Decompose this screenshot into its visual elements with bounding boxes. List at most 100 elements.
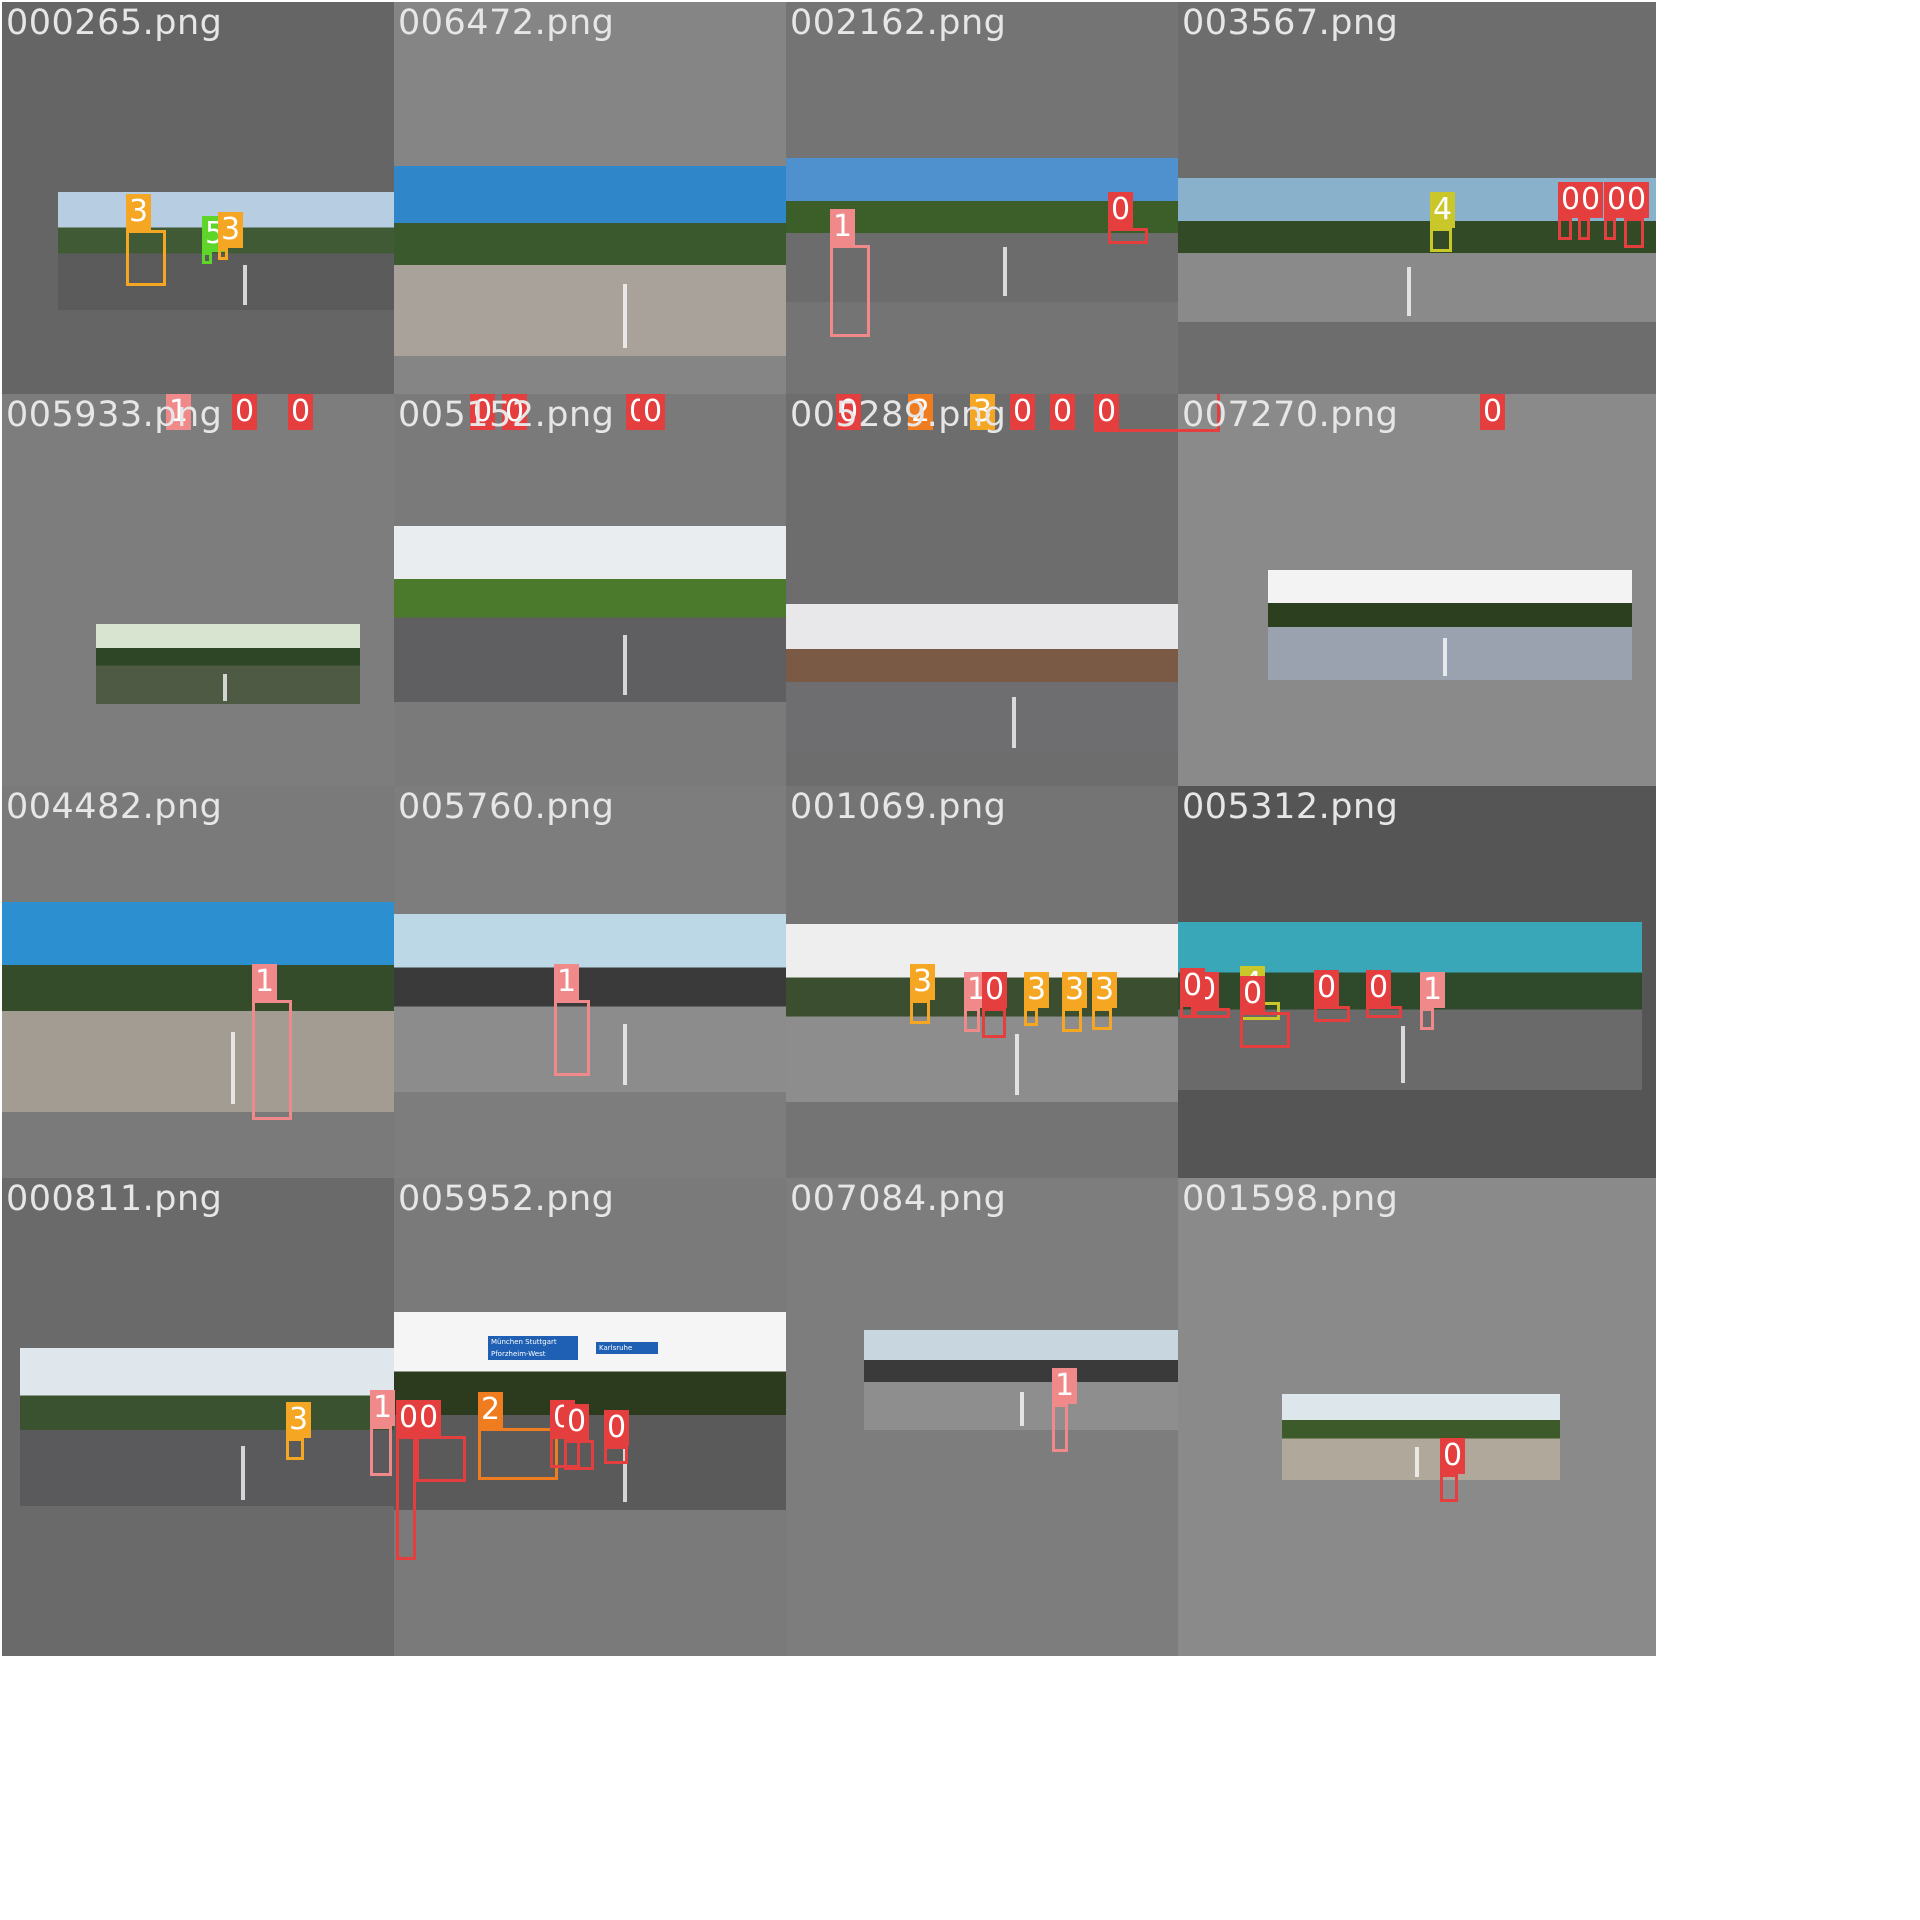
class-label: 0: [564, 1404, 590, 1440]
scene-photo: [96, 624, 360, 704]
road-lane-marking: [623, 1024, 628, 1085]
class-label: 0: [1094, 394, 1120, 430]
detection-box: [202, 252, 212, 264]
class-label: 3: [286, 1402, 312, 1438]
class-label: 0: [1366, 970, 1392, 1006]
class-label: 0: [640, 394, 666, 430]
tile-filename: 007270.png: [1182, 395, 1399, 435]
class-label: 0: [416, 1400, 442, 1436]
class-label: 1: [830, 209, 856, 245]
class-label: 1: [370, 1390, 396, 1426]
highway-sign: Pforzheim-West: [488, 1348, 578, 1360]
detection-box: [218, 248, 228, 260]
detection-box: [910, 1000, 930, 1024]
detection-box: [1430, 228, 1452, 252]
road-lane-marking: [623, 635, 628, 695]
class-label: 0: [1108, 192, 1134, 228]
class-label: 1: [252, 964, 278, 1000]
detection-box: [1024, 1008, 1038, 1026]
detection-box: [1366, 1006, 1402, 1018]
detection-box: [416, 1436, 466, 1482]
road-lane-marking: [1003, 247, 1008, 297]
tile-filename: 005760.png: [398, 787, 615, 827]
class-label: 3: [1024, 972, 1050, 1008]
detection-box: [1558, 218, 1572, 240]
tile-filename: 001069.png: [790, 787, 1007, 827]
detection-box: [1052, 1404, 1068, 1452]
class-label: 0: [1180, 968, 1206, 1004]
tile-filename: 002162.png: [790, 3, 1007, 43]
tile-filename: 005152.png: [398, 395, 615, 435]
road-lane-marking: [222, 673, 227, 701]
tile-filename: 000811.png: [6, 1179, 223, 1219]
road-lane-marking: [243, 265, 248, 306]
tile-filename: 006472.png: [398, 3, 615, 43]
scene-photo: [864, 1330, 1188, 1430]
detection-box: [1108, 228, 1148, 244]
highway-sign: München Stuttgart: [488, 1336, 578, 1348]
tile-filename: 005933.png: [6, 395, 223, 435]
tile-filename: 003567.png: [1182, 3, 1399, 43]
class-label: 3: [126, 194, 152, 230]
class-label: 2: [478, 1392, 504, 1428]
class-label: 0: [1314, 970, 1340, 1006]
detection-box: [964, 1008, 980, 1032]
detection-box: [1314, 1006, 1350, 1022]
detection-box: [1062, 1008, 1082, 1032]
road-lane-marking: [1415, 1447, 1420, 1477]
detection-box: [1578, 218, 1590, 240]
scene-photo: [1282, 1394, 1560, 1480]
class-label: 0: [288, 394, 314, 430]
detection-box: [1194, 1008, 1230, 1018]
detection-box: [830, 245, 870, 337]
class-label: 3: [1062, 972, 1088, 1008]
scene-photo: [1268, 570, 1632, 680]
road-lane-marking: [231, 1032, 236, 1104]
class-label: 3: [218, 212, 244, 248]
detection-box: [1440, 1474, 1458, 1502]
road-lane-marking: [1011, 697, 1016, 748]
detection-box: [604, 1446, 628, 1464]
class-label: 0: [1440, 1438, 1466, 1474]
detection-box: [370, 1426, 392, 1476]
tile-filename: 007084.png: [790, 1179, 1007, 1219]
detection-mosaic: 000265.png 3 5 3 006472.png 1 002162.png 0 00356…: [0, 0, 1920, 1920]
detection-box: [1092, 1008, 1112, 1030]
detection-box: [478, 1428, 558, 1480]
class-label: 4: [1430, 192, 1456, 228]
detection-box: [554, 1000, 590, 1076]
detection-box: [1240, 1012, 1290, 1048]
tile-filename: 000265.png: [6, 3, 223, 43]
class-label: 3: [1092, 972, 1118, 1008]
mosaic-tile: 001598.png 0: [1178, 1178, 1656, 1656]
tile-filename: 001598.png: [1182, 1179, 1399, 1219]
class-label: 3: [910, 964, 936, 1000]
class-label: 0: [1480, 394, 1506, 430]
tile-filename: 005952.png: [398, 1179, 615, 1219]
class-label: 0: [1578, 182, 1604, 218]
detection-box: [252, 1000, 292, 1120]
detection-box: [1604, 218, 1616, 240]
road-lane-marking: [1019, 1392, 1024, 1426]
detection-box: [396, 1436, 416, 1560]
class-label: 0: [1240, 976, 1266, 1012]
detection-box: [982, 1008, 1006, 1038]
road-lane-marking: [1407, 267, 1412, 317]
class-label: 0: [232, 394, 258, 430]
class-label: 0: [982, 972, 1008, 1008]
detection-box: [126, 230, 166, 286]
class-label: 1: [1052, 1368, 1078, 1404]
class-label: 0: [1050, 394, 1076, 430]
detection-box: [564, 1440, 594, 1470]
class-label: 0: [1624, 182, 1650, 218]
detection-box: [1624, 218, 1644, 248]
tile-filename: 004482.png: [6, 787, 223, 827]
tile-filename: 005312.png: [1182, 787, 1399, 827]
detection-box: [1420, 1008, 1434, 1030]
class-label: 0: [604, 1410, 630, 1446]
class-label: 1: [1420, 972, 1446, 1008]
road-lane-marking: [1442, 638, 1447, 676]
detection-box: [1180, 1004, 1194, 1018]
road-lane-marking: [1400, 1026, 1405, 1084]
class-label: 0: [1010, 394, 1036, 430]
